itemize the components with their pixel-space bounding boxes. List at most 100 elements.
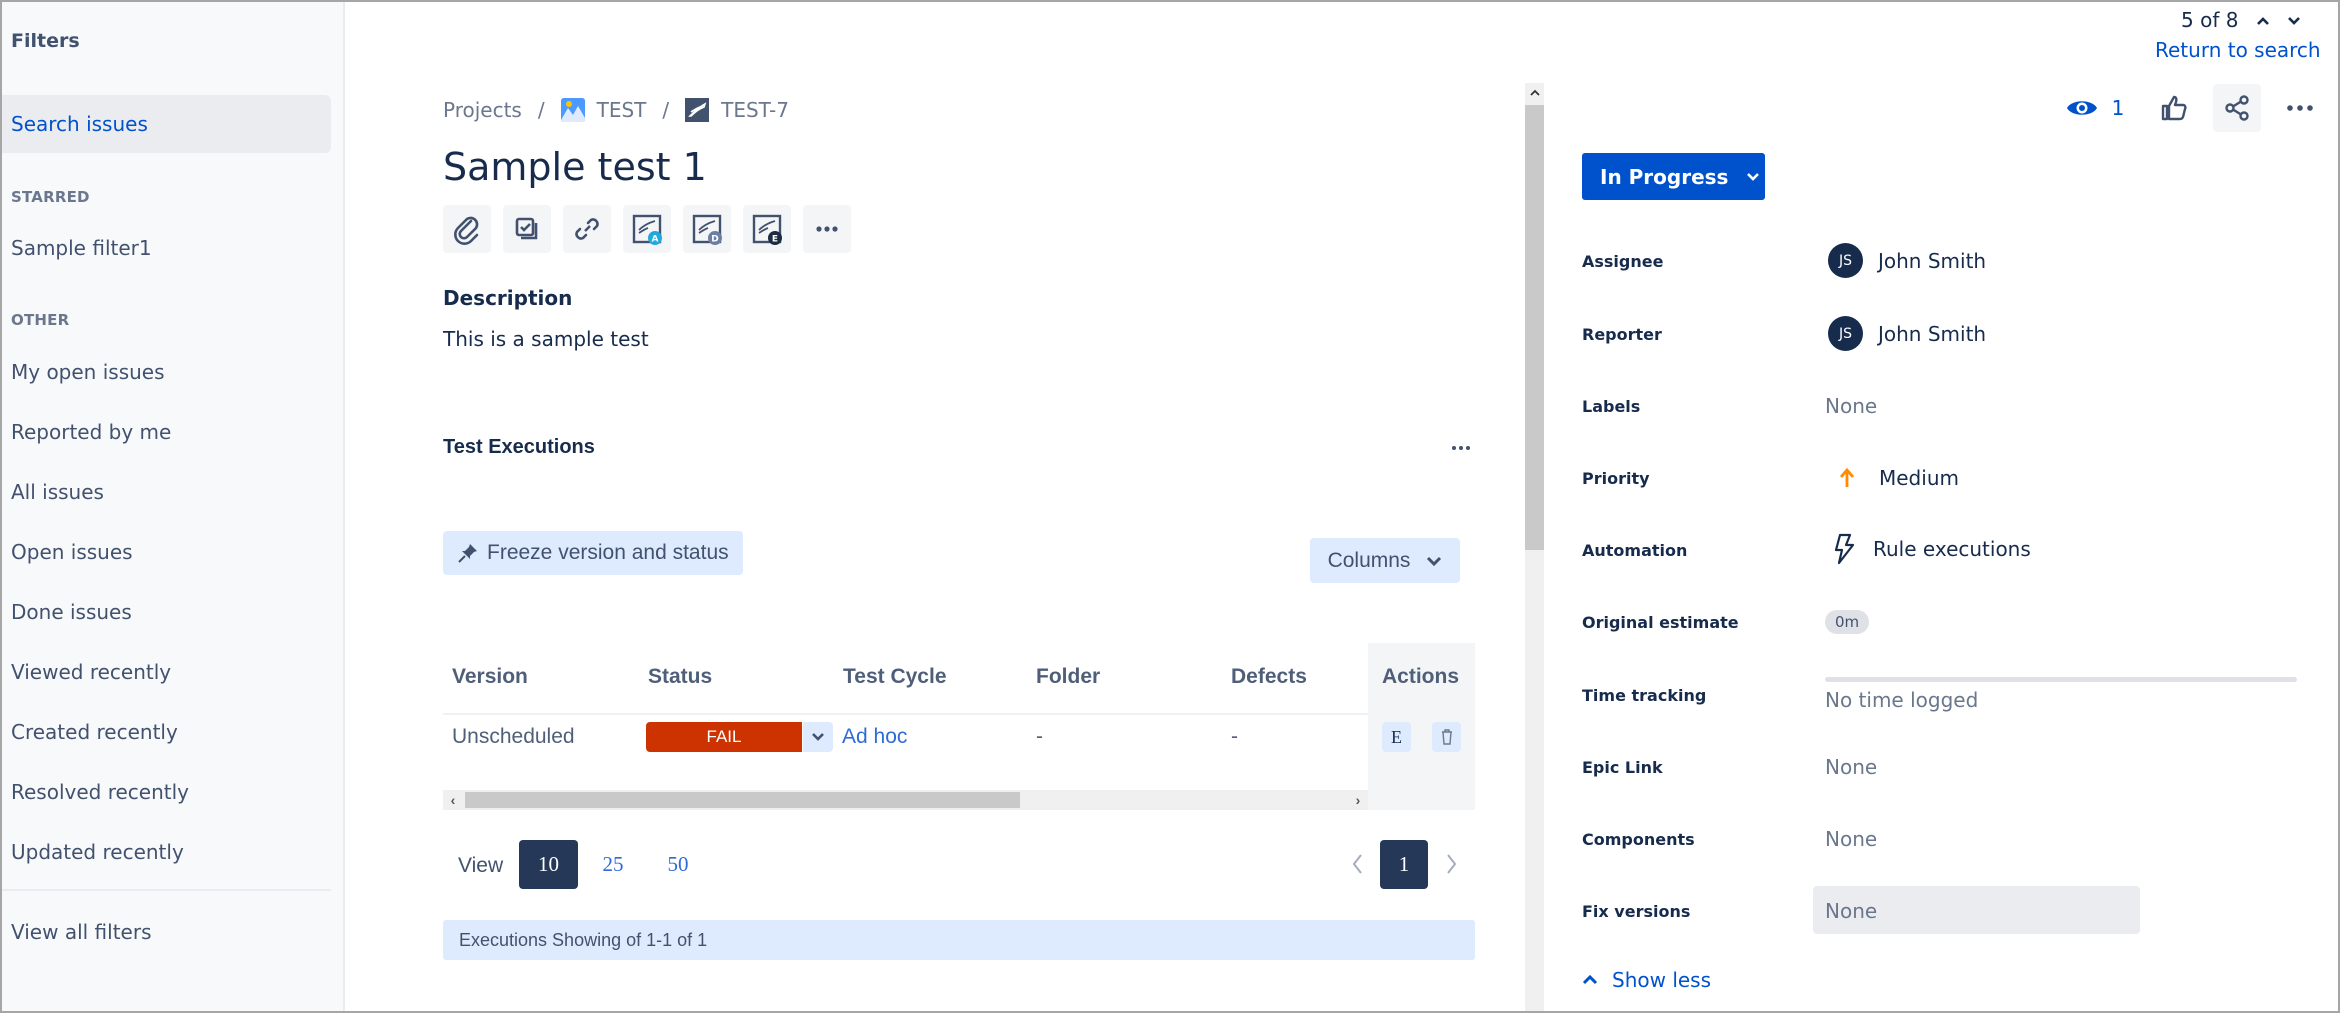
breadcrumb-project[interactable]: TEST [597,98,647,122]
breadcrumb-issue-key[interactable]: TEST-7 [721,98,789,122]
column-header-test-cycle[interactable]: Test Cycle [843,665,947,689]
time-tracking-value[interactable]: No time logged [1825,688,1978,712]
window-frame [0,0,2340,1013]
cell-test-cycle-link[interactable]: Ad hoc [842,725,907,749]
attach-button[interactable] [443,205,491,253]
table-header-divider [443,713,1368,715]
child-issue-button[interactable] [503,205,551,253]
epic-link-label: Epic Link [1582,758,1663,777]
sidebar-item-view-all-filters[interactable]: View all filters [0,903,331,961]
scroll-left-arrow-icon[interactable]: ‹ [443,790,463,810]
status-dropdown-button[interactable]: In Progress [1582,153,1765,200]
link-issue-button[interactable] [563,205,611,253]
chevron-up-icon [2257,17,2269,25]
page-1-button[interactable]: 1 [1380,840,1428,889]
fix-versions-value[interactable]: None [1825,899,1877,923]
show-less-button[interactable]: Show less [1582,968,1711,992]
breadcrumb-separator: / [537,98,545,122]
previous-issue-button[interactable] [2252,8,2274,34]
original-estimate-field[interactable]: 0m [1825,610,1870,634]
test-a-button[interactable]: A [623,205,671,253]
sidebar-item-created-recently[interactable]: Created recently [0,703,331,761]
reporter-label: Reporter [1582,325,1662,344]
chevron-down-icon [2288,17,2300,25]
sidebar-item-all-issues[interactable]: All issues [0,463,331,521]
paperclip-icon [454,216,479,245]
trash-icon [1441,729,1452,745]
thumbs-up-icon [2161,95,2187,121]
issue-title[interactable]: Sample test 1 [443,145,707,189]
reporter-field[interactable]: JS John Smith [1825,316,1986,351]
labels-value[interactable]: None [1825,394,1877,418]
test-d-icon: D [692,214,722,245]
share-button[interactable] [2213,84,2261,132]
project-avatar-icon [560,98,585,122]
eye-icon [2066,101,2097,115]
sidebar-item-resolved-recently[interactable]: Resolved recently [0,763,331,821]
scroll-up-arrow-icon[interactable] [1525,83,1544,103]
components-value[interactable]: None [1825,827,1877,851]
test-d-button[interactable]: D [683,205,731,253]
sidebar-divider [0,889,331,891]
executions-summary: Executions Showing of 1-1 of 1 [443,920,1475,960]
test-e-button[interactable]: E [743,205,791,253]
column-header-defects[interactable]: Defects [1231,665,1307,689]
chevron-down-icon [812,733,824,741]
columns-label: Columns [1327,548,1411,572]
sidebar-title: Filters [11,30,80,52]
sidebar-item-reported-by-me[interactable]: Reported by me [0,403,331,461]
column-header-version[interactable]: Version [452,665,528,689]
chevron-left-icon [1352,854,1362,874]
sidebar-item-updated-recently[interactable]: Updated recently [0,823,331,881]
scroll-right-arrow-icon[interactable]: › [1348,790,1368,810]
breadcrumb-projects[interactable]: Projects [443,98,522,122]
assignee-label: Assignee [1582,252,1664,271]
automation-field[interactable]: Rule executions [1825,533,2031,565]
priority-field[interactable]: Medium [1825,466,1959,490]
epic-link-value[interactable]: None [1825,755,1877,779]
table-horizontal-scrollbar[interactable]: ‹ › [443,790,1368,810]
priority-label: Priority [1582,469,1650,488]
column-header-folder[interactable]: Folder [1036,665,1100,689]
next-page-button[interactable] [1440,848,1464,880]
more-options-button[interactable] [2276,84,2324,132]
scrollbar-thumb[interactable] [1525,105,1544,550]
pin-icon [458,544,477,563]
columns-dropdown[interactable]: Columns [1310,538,1460,583]
execute-button[interactable]: E [1382,722,1411,752]
page-size-10[interactable]: 10 [519,840,578,889]
assignee-field[interactable]: JS John Smith [1825,243,1986,278]
sidebar-item-my-open-issues[interactable]: My open issues [0,343,331,401]
chevron-up-icon [1582,974,1598,985]
test-executions-heading: Test Executions [443,436,595,458]
page-size-25[interactable]: 25 [592,840,634,889]
cell-version: Unscheduled [452,725,575,748]
main-vertical-scrollbar[interactable] [1525,83,1544,1013]
return-to-search-link[interactable]: Return to search [2155,38,2321,62]
delete-button[interactable] [1432,722,1461,752]
page-size-50[interactable]: 50 [657,840,699,889]
previous-page-button[interactable] [1345,848,1369,880]
executions-more-button[interactable] [1448,436,1474,460]
sidebar-item-viewed-recently[interactable]: Viewed recently [0,643,331,701]
next-issue-button[interactable] [2283,8,2305,34]
description-text[interactable]: This is a sample test [443,327,649,351]
avatar: JS [1828,243,1863,278]
description-heading: Description [443,286,573,310]
watch-button[interactable]: 1 [2065,84,2125,132]
sidebar-item-done-issues[interactable]: Done issues [0,583,331,641]
link-icon [575,218,599,240]
freeze-version-status-button[interactable]: Freeze version and status [443,531,743,575]
more-actions-button[interactable] [803,205,851,253]
arrow-up-priority-icon [1839,467,1855,487]
time-tracking-bar[interactable] [1825,677,2297,682]
sidebar-item-sample-filter1[interactable]: Sample filter1 [0,219,331,277]
status-badge[interactable]: FAIL [646,722,802,752]
status-dropdown-button[interactable] [803,722,833,752]
scrollbar-thumb[interactable] [465,792,1020,808]
vote-button[interactable] [2150,84,2198,132]
svg-text:E: E [772,235,778,245]
sidebar-item-search-issues[interactable]: Search issues [0,95,331,153]
column-header-status[interactable]: Status [648,665,712,689]
sidebar-item-open-issues[interactable]: Open issues [0,523,331,581]
